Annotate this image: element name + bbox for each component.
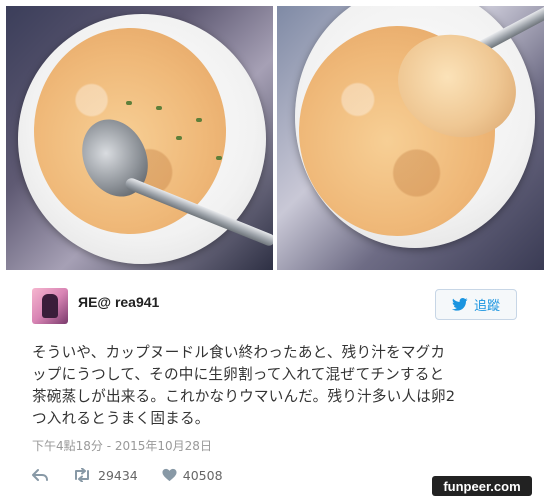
reply-icon xyxy=(32,469,48,481)
tweet-text-line: ップにうつして、その中に生卵割って入れて混ぜてチンすると xyxy=(32,366,445,383)
tweet-text-line: 茶碗蒸しが出来る。これかなりウマいんだ。残り汁多い人は卵2 xyxy=(32,388,456,405)
like-count: 40508 xyxy=(182,467,223,483)
tweet-card: ЯE@ rea941 追蹤 そういや、カップヌードル食い終わったあと、残り汁をマ… xyxy=(14,274,542,494)
herb xyxy=(196,118,202,122)
photo-strip xyxy=(6,6,544,270)
left-photo xyxy=(6,6,273,270)
retweet-icon xyxy=(75,468,89,482)
timestamp[interactable]: 下午4點18分 - 2015年10月28日 xyxy=(32,437,212,454)
watermark: funpeer.com xyxy=(432,476,532,496)
avatar[interactable] xyxy=(32,288,68,324)
reply-button[interactable] xyxy=(32,468,48,482)
follow-label: 追蹤 xyxy=(473,299,500,314)
herb xyxy=(176,136,182,140)
herb xyxy=(216,156,222,160)
action-bar: 29434 40508 xyxy=(32,464,247,486)
herb xyxy=(126,101,132,105)
twitter-bird-icon xyxy=(451,298,468,311)
follow-button[interactable]: 追蹤 xyxy=(435,289,517,320)
herb xyxy=(156,106,162,110)
user-name[interactable]: ЯE@ rea941 xyxy=(78,294,159,310)
tweet-text: そういや、カップヌードル食い終わったあと、残り汁をマグカ ップにうつして、その中… xyxy=(32,342,522,430)
retweet-button[interactable]: 29434 xyxy=(72,468,138,483)
tweet-text-line: つ入れるとうまく固まる。 xyxy=(32,410,210,427)
tweet-text-line: そういや、カップヌードル食い終わったあと、残り汁をマグカ xyxy=(32,344,446,361)
avatar-figure xyxy=(42,294,58,318)
like-button[interactable]: 40508 xyxy=(162,468,223,483)
right-photo xyxy=(277,6,544,270)
retweet-count: 29434 xyxy=(98,467,138,483)
heart-icon xyxy=(162,468,177,482)
